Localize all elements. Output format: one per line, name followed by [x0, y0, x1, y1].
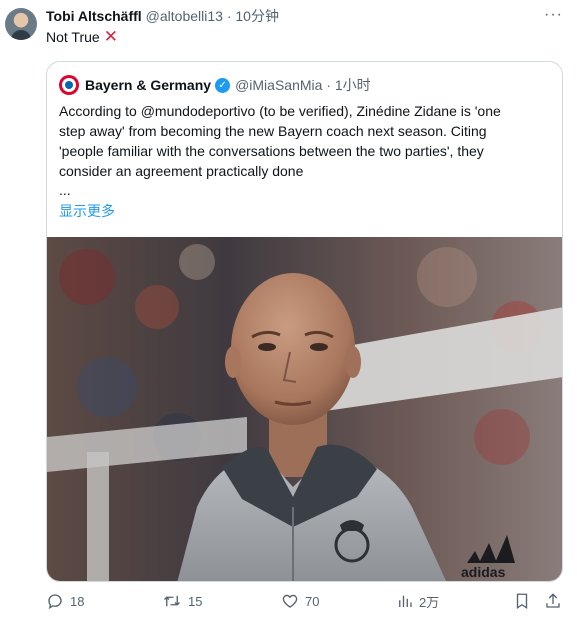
- share-icon: [546, 593, 560, 608]
- svg-text:adidas: adidas: [461, 564, 506, 580]
- quoted-text-line: According to @mundodeportivo (to be veri…: [59, 103, 501, 119]
- reply-count: 18: [70, 593, 85, 609]
- author-name[interactable]: Tobi Altschäffl: [46, 8, 142, 24]
- views-button[interactable]: 2万: [397, 590, 439, 612]
- share-button[interactable]: [544, 590, 562, 612]
- tweet-actions: 18 15 70 2万: [0, 590, 577, 612]
- views-count: 2万: [419, 594, 440, 610]
- verified-badge-icon: ✓: [215, 77, 231, 93]
- coach-photo[interactable]: adidas: [47, 237, 562, 581]
- heart-icon: [282, 594, 298, 608]
- retweet-icon: [164, 595, 180, 607]
- quoted-tweet-text: According to @mundodeportivo (to be veri…: [59, 101, 556, 181]
- tweet-text: Not True ✕: [46, 27, 118, 46]
- reply-button[interactable]: 18: [46, 590, 84, 612]
- like-button[interactable]: 70: [281, 590, 319, 612]
- quoted-tweet[interactable]: Bayern & Germany ✓ @iMiaSanMia · 1小时 Acc…: [46, 61, 563, 582]
- quoted-author-avatar[interactable]: [59, 75, 79, 95]
- quoted-text-line: 'people familiar with the conversations …: [59, 143, 484, 159]
- coach-photo-illustration: adidas: [47, 237, 562, 581]
- quoted-author-name[interactable]: Bayern & Germany: [85, 77, 211, 93]
- like-count: 70: [305, 593, 320, 609]
- bookmark-icon: [516, 593, 528, 610]
- reply-icon: [48, 594, 62, 610]
- quoted-text-ellipsis: ...: [59, 182, 71, 198]
- quoted-author-meta[interactable]: @iMiaSanMia · 1小时: [235, 75, 371, 95]
- more-options-icon[interactable]: ···: [544, 6, 563, 24]
- bookmark-button[interactable]: [514, 590, 530, 612]
- views-icon: [399, 595, 412, 607]
- tweet-header: Tobi Altschäffl @altobelli13 · 10分钟: [46, 7, 279, 25]
- author-avatar[interactable]: [5, 8, 37, 40]
- retweet-button[interactable]: 15: [162, 590, 202, 612]
- author-meta[interactable]: @altobelli13 · 10分钟: [146, 6, 279, 26]
- retweet-count: 15: [188, 593, 203, 609]
- quoted-text-line: step away' from becoming the new Bayern …: [59, 123, 487, 139]
- tweet-text-content: Not True: [46, 29, 100, 45]
- show-more-link[interactable]: 显示更多: [59, 201, 115, 221]
- quoted-text-line: consider an agreement practically done: [59, 163, 304, 179]
- cross-mark-emoji: ✕: [103, 27, 118, 46]
- quoted-tweet-header: Bayern & Germany ✓ @iMiaSanMia · 1小时: [59, 75, 371, 95]
